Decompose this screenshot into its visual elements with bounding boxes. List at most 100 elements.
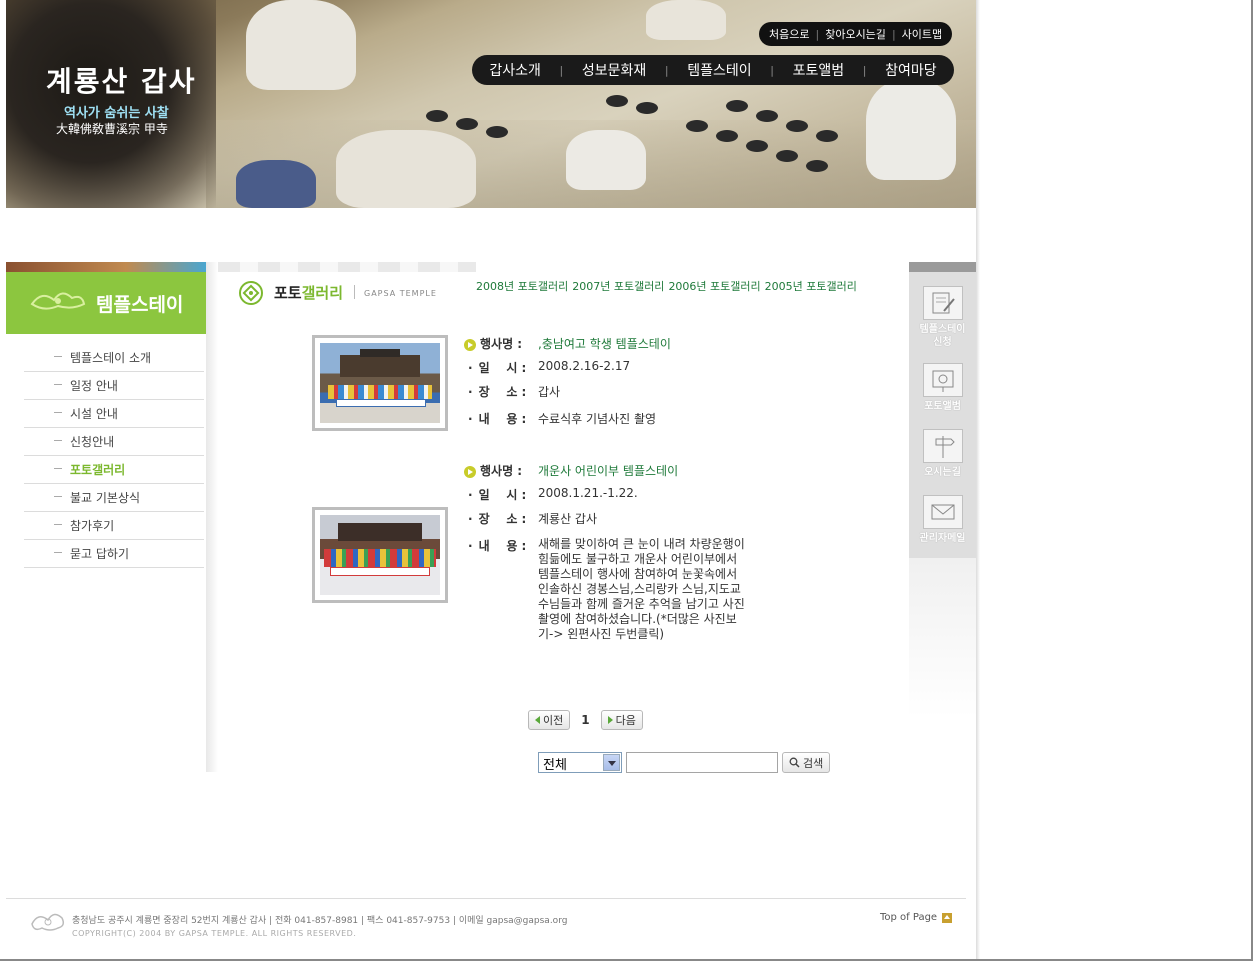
place-label: 장 소 : [478, 512, 527, 526]
quick-item-directions[interactable]: 오시는길 [909, 429, 976, 479]
sidebar-top-strip [6, 262, 206, 272]
year-link-2005[interactable]: 2005년 포토갤러리 [765, 278, 857, 294]
quick-item-label: 오시는길 [924, 467, 961, 478]
util-link-directions[interactable]: 찾아오시는길 [825, 26, 886, 42]
arrow-bullet-icon [464, 465, 476, 478]
search-icon [789, 757, 800, 768]
year-link-2006[interactable]: 2006년 포토갤러리 [668, 278, 760, 294]
util-divider: | [891, 27, 896, 41]
next-label: 다음 [615, 714, 636, 727]
sidebar-item-buddhism-basics[interactable]: 불교 기본상식 [24, 484, 204, 512]
event-label: 행사명 : [480, 337, 523, 351]
event-date: 2008.2.16-2.17 [538, 359, 631, 373]
desc-label: 내 용 : [478, 412, 527, 426]
year-link-2007[interactable]: 2007년 포토갤러리 [572, 278, 664, 294]
quick-item-label: 관리자메일 [919, 533, 966, 544]
prev-page-button[interactable]: 이전 [528, 710, 571, 730]
gallery-thumbnail[interactable] [312, 335, 448, 431]
sidebar-item-reviews[interactable]: 참가후기 [24, 512, 204, 540]
sidebar-item-intro[interactable]: 템플스테이 소개 [24, 344, 204, 372]
quick-item-admin-mail[interactable]: 관리자메일 [909, 495, 976, 545]
next-page-button[interactable]: 다음 [600, 710, 643, 730]
top-of-page-link[interactable]: Top of Page [880, 912, 953, 923]
pagination: 이전 1 다음 [528, 710, 643, 730]
arrow-bullet-icon [464, 338, 476, 351]
page-title-en: GAPSA TEMPLE [364, 289, 437, 298]
quick-item-templestay-apply[interactable]: 템플스테이 신청 [909, 286, 976, 349]
nav-item-community[interactable]: 참여마당 [885, 60, 937, 80]
sidebar-item-qna[interactable]: 묻고 답하기 [24, 540, 204, 568]
pencil-note-icon [922, 286, 963, 320]
site-logo[interactable]: 계룡산 갑사 [46, 60, 197, 100]
util-link-home[interactable]: 처음으로 [769, 26, 809, 42]
page-title-part2: 갤러리 [301, 284, 344, 302]
search-bar: 전체 검색 [538, 752, 831, 773]
util-link-sitemap[interactable]: 사이트맵 [902, 26, 942, 42]
event-title-link[interactable]: ,충남여고 학생 템플스테이 [538, 335, 671, 352]
footer-address: 충청남도 공주시 계룡면 중장리 52번지 계룡산 갑사 | 전화 041-85… [72, 916, 568, 926]
footer-logo-icon [31, 913, 65, 931]
sidebar-title-box: 템플스테이 [6, 272, 206, 334]
utility-nav: 처음으로 | 찾아오시는길 | 사이트맵 [759, 22, 953, 46]
sidebar-item-label: 신청안내 [70, 435, 115, 449]
nav-divider: | [664, 63, 669, 77]
search-scope-select[interactable]: 전체 [538, 752, 622, 773]
nav-item-photo-album[interactable]: 포토앨범 [793, 60, 845, 80]
event-desc: 수료식후 기념사진 촬영 [538, 412, 657, 426]
search-button[interactable]: 검색 [782, 752, 831, 773]
sidebar-item-schedule[interactable]: 일정 안내 [24, 372, 204, 400]
search-scope-value: 전체 [543, 758, 567, 773]
arrow-left-icon [535, 716, 540, 724]
sidebar-item-label: 불교 기본상식 [70, 491, 141, 505]
sidebar-item-label: 묻고 답하기 [70, 547, 130, 561]
cloud-ornament-icon [30, 292, 86, 310]
quick-menu: 템플스테이 신청 포토앨범 오시는길 관리자메일 [909, 262, 976, 558]
nav-item-templestay[interactable]: 템플스테이 [687, 60, 751, 80]
quick-item-label: 템플스테이 신청 [919, 324, 966, 348]
mail-icon [922, 495, 963, 529]
date-label: 일 시 : [478, 488, 527, 502]
sidebar-item-facilities[interactable]: 시설 안내 [24, 400, 204, 428]
util-divider: | [815, 27, 820, 41]
quick-item-photo-album[interactable]: 포토앨범 [909, 363, 976, 413]
header-banner: 계룡산 갑사 역사가 숨쉬는 사찰 大韓佛敎曹溪宗 甲寺 처음으로 | 찾아오시… [6, 0, 976, 208]
footer-copyright: COPYRIGHT(C) 2004 BY GAPSA TEMPLE. ALL R… [72, 929, 357, 938]
nav-item-about[interactable]: 갑사소개 [489, 60, 541, 80]
year-link-2008[interactable]: 2008년 포토갤러리 [476, 278, 568, 294]
quick-item-label: 포토앨범 [924, 401, 961, 412]
nav-divider: | [862, 63, 867, 77]
main-nav: 갑사소개 | 성보문화재 | 템플스테이 | 포토앨범 | 참여마당 [472, 55, 954, 85]
sidebar-item-label: 참가후기 [70, 519, 115, 533]
sidebar-item-application[interactable]: 신청안내 [24, 428, 204, 456]
logo-slogan: 역사가 숨쉬는 사찰 [64, 106, 169, 121]
search-button-label: 검색 [803, 756, 824, 770]
year-links: 2008년 포토갤러리 2007년 포토갤러리 2006년 포토갤러리 2005… [476, 278, 857, 294]
sidebar-item-label: 포토갤러리 [70, 463, 126, 477]
nav-item-heritage[interactable]: 성보문화재 [582, 60, 646, 80]
sidebar-item-label: 템플스테이 소개 [70, 351, 152, 365]
chevron-down-icon[interactable] [603, 754, 620, 771]
gallery-thumbnail[interactable] [312, 507, 448, 603]
page-title-part1: 포토 [274, 284, 302, 302]
page-title: 포토갤러리 [274, 282, 343, 303]
desc-label: 내 용 : [478, 539, 527, 553]
event-place: 갑사 [538, 385, 561, 399]
search-input[interactable] [626, 752, 778, 773]
event-desc: 새해를 맞이하여 큰 눈이 내려 차량운행이 힘듦에도 불구하고 개운사 어린이… [538, 537, 745, 641]
sidebar-item-label: 일정 안내 [70, 379, 118, 393]
nav-divider: | [770, 63, 774, 77]
sidebar-menu: 템플스테이 소개 일정 안내 시설 안내 신청안내 포토갤러리 불교 기본상식 … [24, 344, 204, 568]
event-place: 계룡산 갑사 [538, 512, 598, 526]
knot-ornament-icon [239, 281, 263, 305]
page-number[interactable]: 1 [576, 713, 594, 727]
top-of-page-label: Top of Page [880, 912, 938, 923]
sidebar-item-photo-gallery[interactable]: 포토갤러리 [24, 456, 204, 484]
logo-subtitle: 大韓佛敎曹溪宗 甲寺 [56, 122, 168, 136]
signpost-icon [922, 429, 963, 463]
photo-icon [922, 363, 963, 397]
arrow-right-icon [607, 716, 613, 724]
date-label: 일 시 : [478, 361, 527, 375]
event-title-link[interactable]: 개운사 어린이부 템플스테이 [538, 462, 678, 479]
arrow-up-icon [942, 912, 953, 923]
event-label: 행사명 : [480, 464, 523, 478]
